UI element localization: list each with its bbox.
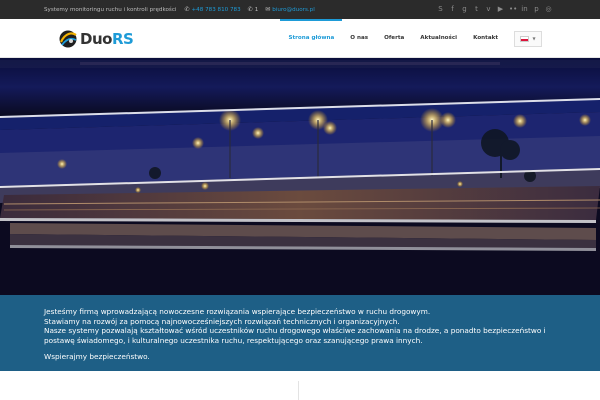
nav-item-news[interactable]: Aktualności: [412, 19, 465, 58]
intro-band: Jesteśmy firmą wprowadzającą nowoczesne …: [0, 295, 600, 371]
nav-item-home[interactable]: Strona główna: [280, 19, 343, 58]
phone-icon: ✆: [247, 6, 253, 13]
intro-line-3: Nasze systemy pozwalają kształtować wśró…: [44, 326, 546, 345]
vimeo-icon[interactable]: v: [485, 4, 492, 14]
twitter-icon[interactable]: t: [473, 4, 480, 14]
logo-text-duo: Duo: [80, 30, 112, 48]
site-header: DuoRS Strona główna O nas Oferta Aktualn…: [0, 19, 600, 58]
intro-slogan: Wspierajmy bezpieczeństwo.: [44, 352, 150, 362]
dribbble-icon[interactable]: ◎: [545, 4, 552, 14]
phone-number[interactable]: +48 783 810 783: [192, 7, 241, 13]
phone-extension: ✆ 1: [248, 6, 259, 13]
social-links: S f g t v ▶ •• in p ◎: [437, 4, 552, 14]
extension-number: 1: [254, 6, 259, 13]
site-tagline: Systemy monitoringu ruchu i kontroli prę…: [44, 6, 177, 13]
top-info-bar: Systemy monitoringu ruchu i kontroli prę…: [0, 0, 600, 19]
intro-line-2: Stawiamy na rozwój za pomocą najnowocześ…: [44, 316, 400, 326]
pinterest-icon[interactable]: p: [533, 4, 540, 14]
content-area: [0, 371, 600, 400]
logo-emblem-icon: [59, 30, 77, 48]
nav-item-offer[interactable]: Oferta: [376, 19, 412, 58]
pl-flag-icon: [520, 35, 530, 42]
hero-slider-image: [0, 58, 600, 295]
site-logo[interactable]: DuoRS: [58, 27, 138, 51]
facebook-icon[interactable]: f: [449, 4, 456, 14]
phone-contact[interactable]: ✆ +48 783 810 783: [184, 6, 240, 13]
skype-icon[interactable]: S: [437, 4, 444, 14]
column-divider: [298, 381, 299, 400]
youtube-icon[interactable]: ▶: [497, 4, 504, 14]
night-road-photo: [0, 58, 600, 295]
nav-item-about[interactable]: O nas: [342, 19, 376, 58]
google-plus-icon[interactable]: g: [461, 4, 468, 14]
flickr-icon[interactable]: ••: [509, 4, 517, 14]
linkedin-icon[interactable]: in: [521, 4, 528, 14]
chevron-down-icon: ▼: [532, 36, 536, 41]
logo-wordmark: DuoRS: [80, 30, 134, 48]
phone-icon: ✆: [184, 6, 190, 13]
email-link[interactable]: biuro@duors.pl: [272, 7, 314, 13]
email-contact[interactable]: ✉ biuro@duors.pl: [265, 6, 315, 13]
logo-text-rs: RS: [111, 30, 134, 48]
nav-item-contact[interactable]: Kontakt: [465, 19, 506, 58]
language-selector[interactable]: ▼: [514, 30, 542, 47]
intro-line-1: Jesteśmy firmą wprowadzającą nowoczesne …: [44, 307, 431, 316]
main-nav: Strona główna O nas Oferta Aktualności K…: [280, 19, 542, 58]
envelope-icon: ✉: [265, 6, 271, 13]
